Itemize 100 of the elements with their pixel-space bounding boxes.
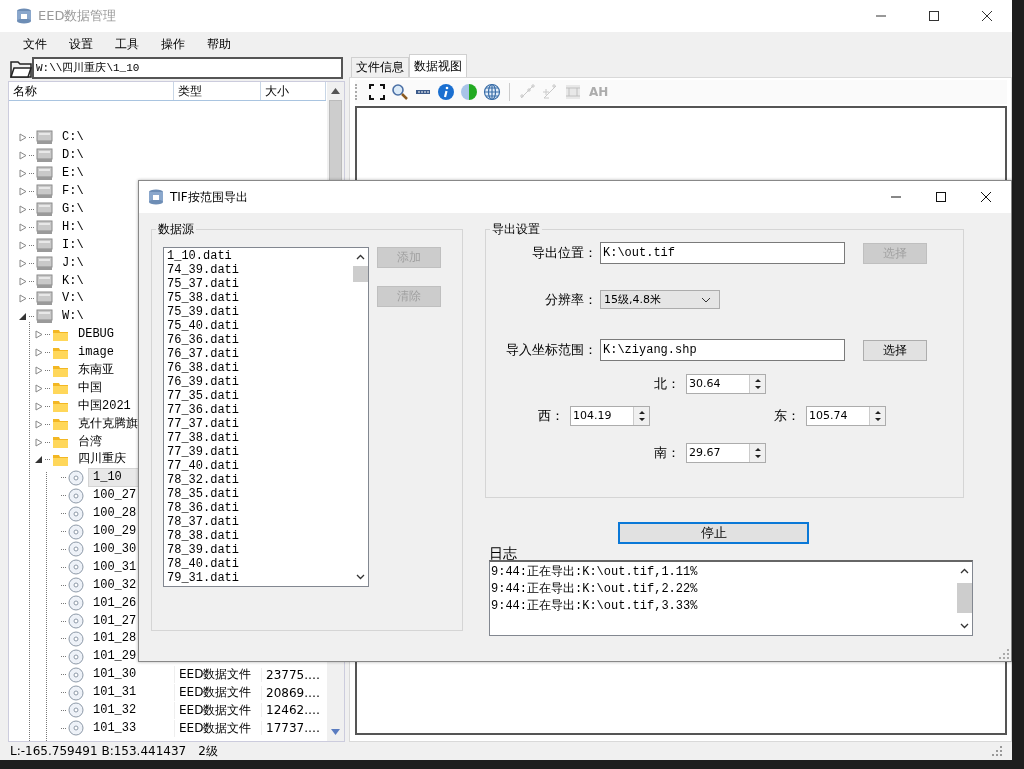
- list-item[interactable]: 75_37.dati: [167, 277, 349, 291]
- list-item[interactable]: 77_38.dati: [167, 431, 349, 445]
- tree-item[interactable]: 101_26: [88, 593, 142, 613]
- resize-grip-icon[interactable]: [999, 649, 1009, 659]
- menu-item[interactable]: 文件: [12, 33, 58, 55]
- tree-item[interactable]: 东南亚: [73, 361, 119, 381]
- tree-item[interactable]: F:\: [57, 182, 89, 202]
- stop-button[interactable]: 停止: [618, 522, 809, 544]
- tree-item[interactable]: W:\: [57, 307, 89, 327]
- tree-item[interactable]: 101_31: [88, 683, 142, 703]
- menu-item[interactable]: 帮助: [196, 33, 242, 55]
- list-item[interactable]: 76_38.dati: [167, 361, 349, 375]
- contrast-icon[interactable]: [460, 83, 478, 101]
- globe-icon[interactable]: [483, 83, 501, 101]
- tree-item[interactable]: 100_31: [88, 557, 142, 577]
- menu-item[interactable]: 操作: [150, 33, 196, 55]
- close-icon[interactable]: [980, 191, 992, 203]
- expander-icon[interactable]: [19, 312, 27, 322]
- tree-item[interactable]: image: [73, 343, 119, 363]
- list-item[interactable]: 75_40.dati: [167, 319, 349, 333]
- list-item[interactable]: 77_37.dati: [167, 417, 349, 431]
- tree-item[interactable]: 101_28: [88, 629, 142, 649]
- list-item[interactable]: 75_39.dati: [167, 305, 349, 319]
- list-item[interactable]: 1_10.dati: [167, 249, 349, 263]
- scroll-thumb[interactable]: [956, 583, 972, 613]
- list-item[interactable]: 74_39.dati: [167, 263, 349, 277]
- scroll-up-icon[interactable]: [331, 88, 340, 94]
- list-item[interactable]: 78_32.dati: [167, 473, 349, 487]
- scroll-up-icon[interactable]: [959, 568, 969, 574]
- tree-item[interactable]: 台湾: [73, 432, 107, 452]
- tree-item[interactable]: 100_27: [88, 486, 142, 506]
- column-header[interactable]: 类型: [174, 82, 261, 100]
- info-icon[interactable]: [437, 83, 455, 101]
- tree-item[interactable]: 101_32: [88, 700, 142, 720]
- zoom-icon[interactable]: [391, 83, 409, 101]
- list-item[interactable]: 77_36.dati: [167, 403, 349, 417]
- column-header[interactable]: 大小: [261, 82, 326, 100]
- list-item[interactable]: 78_35.dati: [167, 487, 349, 501]
- list-item[interactable]: 79_31.dati: [167, 571, 349, 585]
- log-box[interactable]: 9:44:正在导出:K:\out.tif,1.11% 9:44:正在导出:K:\out.tif,2.22% 9:44:正在导出:K:\out.tif,3.33%: [489, 560, 973, 636]
- tree-item[interactable]: 100_30: [88, 539, 142, 559]
- scroll-down-icon[interactable]: [959, 623, 969, 629]
- tree-item[interactable]: H:\: [57, 217, 89, 237]
- tree-item[interactable]: E:\: [57, 164, 89, 184]
- list-item[interactable]: 76_37.dati: [167, 347, 349, 361]
- menu-item[interactable]: 工具: [104, 33, 150, 55]
- tab[interactable]: 数据视图: [409, 54, 467, 77]
- type-cell: EED数据文件: [179, 667, 252, 682]
- drive-icon: [36, 237, 53, 253]
- fit-icon[interactable]: [368, 83, 386, 101]
- list-item[interactable]: 77_39.dati: [167, 445, 349, 459]
- close-icon[interactable]: [981, 10, 993, 22]
- tree-item[interactable]: DEBUG: [73, 325, 119, 345]
- list-item[interactable]: 78_39.dati: [167, 543, 349, 557]
- list-item[interactable]: 78_36.dati: [167, 501, 349, 515]
- tab[interactable]: 文件信息: [351, 57, 409, 77]
- field-label: 分辨率：: [544, 290, 597, 309]
- tree-item[interactable]: 四川重庆: [73, 450, 131, 470]
- tree-item[interactable]: 100_29: [88, 522, 142, 542]
- tree-item[interactable]: 101_30: [88, 665, 142, 685]
- maximize-icon[interactable]: [935, 191, 947, 203]
- tree-item[interactable]: 101_29: [88, 647, 142, 667]
- list-item[interactable]: 77_35.dati: [167, 389, 349, 403]
- window-title: EED数据管理: [38, 7, 117, 25]
- column-header[interactable]: 名称: [9, 82, 174, 100]
- scroll-down-icon[interactable]: [355, 574, 365, 580]
- list-item[interactable]: 77_40.dati: [167, 459, 349, 473]
- tree-item[interactable]: 100_32: [88, 575, 142, 595]
- tree-item[interactable]: G:\: [57, 200, 89, 219]
- tree-item[interactable]: V:\: [57, 289, 89, 309]
- list-item[interactable]: 76_36.dati: [167, 333, 349, 347]
- menu-item[interactable]: 设置: [58, 33, 104, 55]
- tree-item[interactable]: 101_33: [88, 718, 142, 738]
- list-item[interactable]: 78_37.dati: [167, 515, 349, 529]
- tree-item[interactable]: 中国2021: [73, 396, 136, 416]
- list-item[interactable]: 76_39.dati: [167, 375, 349, 389]
- maximize-icon[interactable]: [928, 10, 940, 22]
- tree-item[interactable]: I:\: [57, 235, 89, 255]
- folder-icon: [52, 327, 69, 342]
- tree-item[interactable]: C:\: [57, 128, 89, 148]
- browse-button[interactable]: 选择: [863, 339, 927, 361]
- tree-item[interactable]: 100_28: [88, 504, 142, 524]
- resolution-select[interactable]: 15级,4.8米: [600, 290, 720, 309]
- tree-item[interactable]: 中国: [73, 378, 107, 398]
- scroll-up-icon[interactable]: [355, 254, 365, 260]
- drive-icon: [36, 166, 53, 182]
- text-field[interactable]: K:\ziyang.shp: [600, 339, 845, 361]
- list-item[interactable]: 75_38.dati: [167, 291, 349, 305]
- tree-item[interactable]: 101_27: [88, 611, 142, 631]
- expander-icon[interactable]: [35, 455, 43, 465]
- file-list[interactable]: [163, 247, 369, 587]
- list-item[interactable]: 78_40.dati: [167, 557, 349, 571]
- tree-item[interactable]: D:\: [57, 146, 89, 166]
- list-item[interactable]: 78_38.dati: [167, 529, 349, 543]
- tree-item[interactable]: J:\: [57, 253, 89, 273]
- scroll-thumb[interactable]: [352, 266, 368, 282]
- resize-grip-icon[interactable]: [992, 746, 1002, 756]
- tree-item[interactable]: K:\: [57, 271, 89, 291]
- disc-icon: [68, 523, 84, 540]
- text-field[interactable]: K:\out.tif: [600, 242, 845, 264]
